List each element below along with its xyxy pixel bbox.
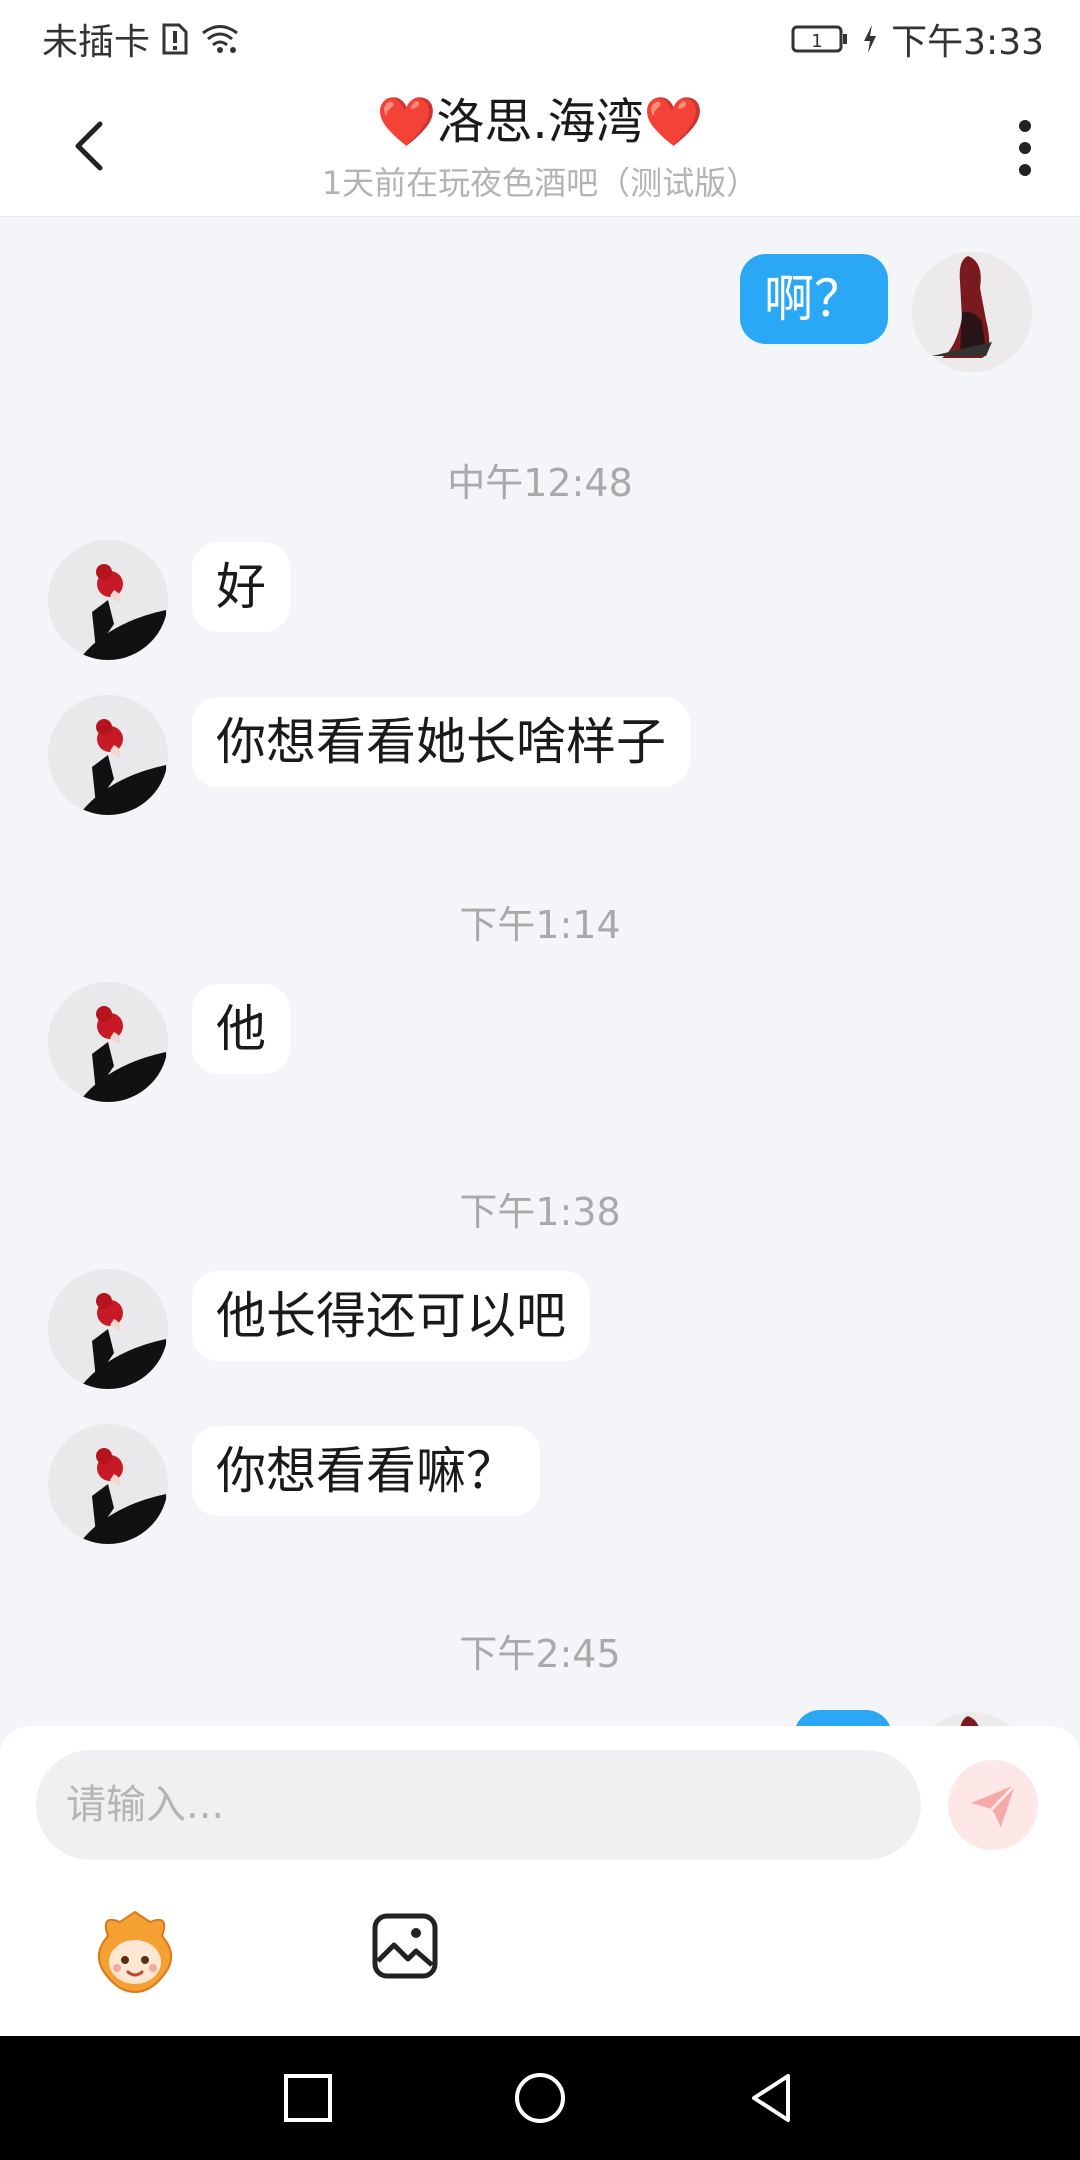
more-button[interactable] xyxy=(1010,113,1040,183)
send-button[interactable] xyxy=(948,1760,1038,1850)
charging-icon xyxy=(863,25,877,53)
image-icon xyxy=(372,1913,438,1979)
back-arrow-icon xyxy=(75,121,103,171)
nav-back-button[interactable] xyxy=(742,2068,802,2128)
timestamp: 下午1:14 xyxy=(459,903,621,947)
message-outgoing: 啊？ xyxy=(740,252,1032,372)
system-nav-bar xyxy=(0,2036,1080,2160)
more-vertical-icon xyxy=(1019,120,1031,176)
sim-alert-icon xyxy=(162,23,188,55)
status-right: 1 下午3:33 xyxy=(791,13,1044,65)
battery-icon: 1 xyxy=(791,24,849,54)
contact-avatar[interactable] xyxy=(48,1424,168,1544)
status-left: 未插卡 xyxy=(42,13,240,65)
emoji-icon xyxy=(97,1910,173,1994)
nav-home-button[interactable] xyxy=(510,2068,570,2128)
composer-panel xyxy=(0,1726,1080,2036)
message-outgoing-partial xyxy=(794,1710,892,1726)
message-incoming: 好 xyxy=(48,540,290,660)
nav-home-icon xyxy=(515,2073,565,2123)
sim-slot-label: 1 xyxy=(811,31,822,52)
my-avatar[interactable] xyxy=(912,252,1032,372)
nav-recents-button[interactable] xyxy=(278,2068,338,2128)
message-incoming: 你想看看她长啥样子 xyxy=(48,695,690,815)
timestamp: 下午2:45 xyxy=(459,1632,621,1676)
message-input[interactable] xyxy=(36,1750,921,1860)
status-time: 下午3:33 xyxy=(891,22,1044,63)
message-incoming: 你想看看嘛？ xyxy=(48,1424,540,1544)
timestamp: 中午12:48 xyxy=(447,461,633,505)
message-bubble[interactable]: 好 xyxy=(192,542,290,632)
contact-avatar[interactable] xyxy=(48,695,168,815)
back-button[interactable] xyxy=(62,116,122,176)
carrier-label: 未插卡 xyxy=(42,22,151,63)
chat-header: ❤️洛思.海湾❤️ 1天前在玩夜色酒吧（测试版） xyxy=(0,78,1080,216)
title-block: ❤️洛思.海湾❤️ 1天前在玩夜色酒吧（测试版） xyxy=(200,88,880,204)
wifi-icon xyxy=(200,23,240,55)
my-avatar-partial xyxy=(912,1712,1032,1726)
message-bubble[interactable]: 他长得还可以吧 xyxy=(192,1271,590,1361)
message-incoming: 他长得还可以吧 xyxy=(48,1269,590,1389)
contact-avatar[interactable] xyxy=(48,1269,168,1389)
message-bubble[interactable]: 啊？ xyxy=(740,254,888,344)
send-icon xyxy=(971,1783,1017,1827)
contact-avatar[interactable] xyxy=(48,540,168,660)
image-button[interactable] xyxy=(370,1911,440,1981)
chat-title: ❤️洛思.海湾❤️ xyxy=(376,94,704,150)
message-bubble[interactable]: 他 xyxy=(192,984,290,1074)
nav-back-icon xyxy=(752,2074,790,2122)
timestamp: 下午1:38 xyxy=(459,1190,621,1234)
status-bar: 未插卡 1 下午3:33 xyxy=(0,0,1080,78)
contact-avatar[interactable] xyxy=(48,982,168,1102)
emoji-button[interactable] xyxy=(90,1906,180,1996)
message-list[interactable]: 啊？ 中午12:48 好 你想看看她长啥样子 下午1:14 他 下午1:38 他… xyxy=(0,216,1080,1726)
nav-recents-icon xyxy=(284,2074,332,2122)
message-incoming: 他 xyxy=(48,982,290,1102)
chat-subtitle: 1天前在玩夜色酒吧（测试版） xyxy=(321,164,759,202)
message-bubble[interactable]: 你想看看她长啥样子 xyxy=(192,697,690,787)
message-bubble[interactable]: 你想看看嘛？ xyxy=(192,1426,540,1516)
